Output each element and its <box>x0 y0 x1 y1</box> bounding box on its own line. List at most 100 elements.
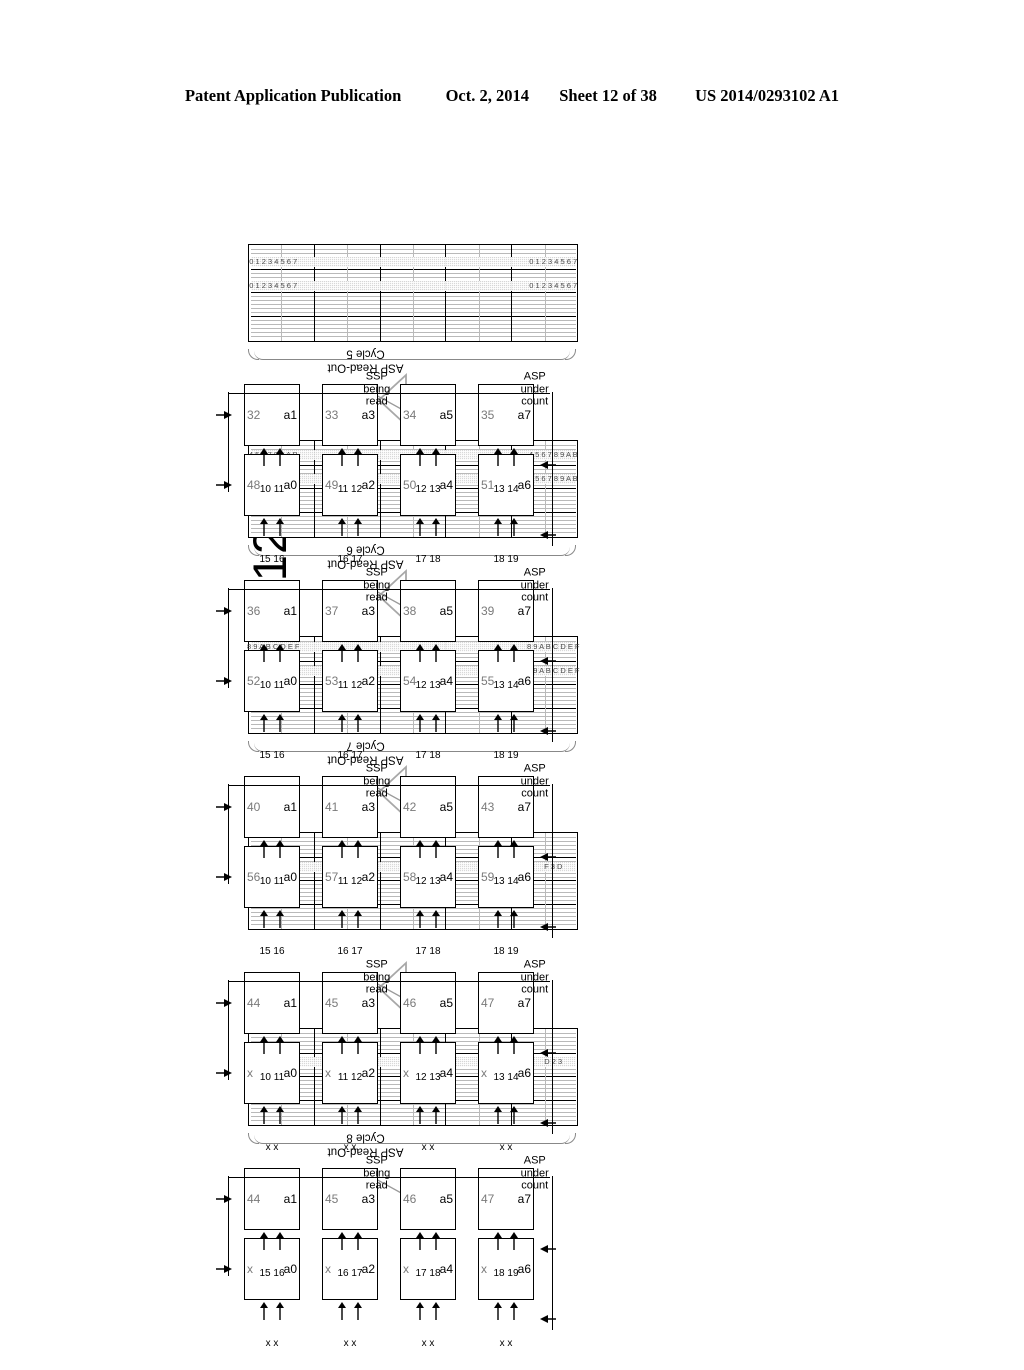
register-value: 33 <box>325 408 339 422</box>
register-entry-arrow <box>540 528 561 542</box>
highlight-label-bottom: 0 1 2 3 4 5 6 7 <box>529 256 578 266</box>
register-count-label: 15 16 <box>256 1248 288 1300</box>
grid-panel: 0 1 2 3 4 5 6 70 1 2 3 4 5 6 70 1 2 3 4 … <box>248 244 578 342</box>
header-publication: Patent Application Publication <box>184 86 402 105</box>
register-count-label: 17 18 <box>412 730 444 782</box>
header-patent-number: US 2014/0293102 A1 <box>695 86 840 105</box>
register-value: 44 <box>247 996 261 1010</box>
highlight-label-bottom: 0 1 2 3 4 5 6 7 <box>529 280 578 290</box>
register-bus-top-left <box>228 616 230 688</box>
register-count-label: 11 12 <box>334 464 366 516</box>
register-count-text: 10 11 <box>259 680 285 691</box>
register-value: 32 <box>247 408 261 422</box>
register-bus-top-left <box>228 1008 230 1080</box>
register-count-text: 17 18 <box>415 946 441 957</box>
register-name: a1 <box>283 1192 297 1206</box>
register-count-label: 16 17 <box>334 926 366 978</box>
register-name: a5 <box>439 1192 453 1206</box>
label-ssp-line: read <box>365 787 388 800</box>
register-count-text: 10 11 <box>259 484 285 495</box>
register-count-text: 12 13 <box>415 876 441 887</box>
label-asp-line: count <box>521 395 549 408</box>
register-feedback-arrow <box>216 1066 237 1080</box>
register-count-text: 17 18 <box>415 750 441 761</box>
register-value: 42 <box>403 800 417 814</box>
register-value: 46 <box>403 996 417 1010</box>
register-count-label: 13 14 <box>490 1052 522 1104</box>
register-count-label: 12 13 <box>412 856 444 908</box>
label-asp-line: count <box>521 591 549 604</box>
register-count-label: x x <box>334 1122 366 1174</box>
register-count-text: x x <box>265 1338 279 1349</box>
register-entry-arrow <box>540 724 561 738</box>
grid-subcolumn <box>251 317 576 320</box>
register-count-label: x x <box>490 1122 522 1174</box>
grid-subcolumn <box>250 249 576 254</box>
register-name: a1 <box>283 800 297 814</box>
register-count-label: 13 14 <box>490 464 522 516</box>
register-bank: 52 a0 15 16 53 a2 16 17 54 a4 17 18 55 a6 18 19 36 a1… <box>216 566 572 761</box>
grid-subcolumn <box>250 300 576 305</box>
register-count-label: x x <box>334 1318 366 1370</box>
register-entry-arrow <box>540 920 561 934</box>
register-bank: 48 a0 15 16 49 a2 16 17 50 a4 17 18 51 a6 18 19 32 a1… <box>216 370 572 565</box>
register-count-text: x x <box>265 1142 279 1153</box>
register-count-label: 18 19 <box>490 730 522 782</box>
register-value: 45 <box>325 996 339 1010</box>
grid-subcolumn <box>251 246 576 249</box>
register-count-text: 15 16 <box>259 554 285 565</box>
grid-subcolumn <box>250 319 576 324</box>
register-count-text: 18 19 <box>493 554 519 565</box>
register-count-label: 12 13 <box>412 464 444 516</box>
register-count-label: 18 19 <box>490 1248 522 1300</box>
register-count-label: 10 11 <box>256 1052 288 1104</box>
register-count-text: 18 19 <box>493 946 519 957</box>
register-count-text: 16 17 <box>337 554 363 565</box>
register-count-text: 15 16 <box>259 1268 285 1279</box>
register-count-label: 15 16 <box>256 926 288 978</box>
register-count-label: 16 17 <box>334 730 366 782</box>
register-count-label: 10 11 <box>256 660 288 712</box>
register-name: a5 <box>439 800 453 814</box>
register-name: a5 <box>439 996 453 1010</box>
register-value: 34 <box>403 408 417 422</box>
grid-subcolumn <box>251 293 576 296</box>
register-value: 37 <box>325 604 339 618</box>
register-feedback-arrow <box>216 996 237 1010</box>
label-asp-line: under <box>520 382 549 395</box>
label-asp-line: count <box>521 787 549 800</box>
register-count-text: x x <box>499 1142 513 1153</box>
register-count-text: 11 12 <box>337 1072 363 1083</box>
label-ssp-line: read <box>365 983 388 996</box>
register-count-text: 13 14 <box>493 680 519 691</box>
register-count-label: x x <box>256 1122 288 1174</box>
register-entry-arrow <box>540 1116 561 1130</box>
register-count-text: 11 12 <box>337 876 363 887</box>
register-count-label: 15 16 <box>256 730 288 782</box>
register-count-label: 11 12 <box>334 660 366 712</box>
register-feedback-arrow <box>216 408 237 422</box>
register-count-label: 16 17 <box>334 1248 366 1300</box>
register-count-text: x x <box>421 1338 435 1349</box>
figure-canvas: ASP Read-OutCycle 8F 3D 2 3xa0x xxa2x xx… <box>212 172 812 1349</box>
label-ssp-line: SSP <box>365 370 388 383</box>
register-count-label: 16 17 <box>334 534 366 586</box>
register-bank: 56 a0 15 16 57 a2 16 17 58 a4 17 18 59 a6 18 19 40 a1… <box>216 762 572 957</box>
label-asp-line: count <box>521 1179 549 1192</box>
label-asp-line: ASP <box>523 370 546 383</box>
register-count-label: 13 14 <box>490 660 522 712</box>
register-count-label: x x <box>256 1318 288 1370</box>
label-ssp-line: being <box>363 382 391 395</box>
register-count-label: 17 18 <box>412 534 444 586</box>
register-bus-top-left <box>228 1204 230 1276</box>
register-name: a1 <box>283 408 297 422</box>
register-count-label: x x <box>412 1318 444 1370</box>
grid-subcolumn <box>250 296 576 301</box>
register-count-text: 11 12 <box>337 680 363 691</box>
register-value: 47 <box>481 1192 495 1206</box>
register-count-text: 11 12 <box>337 484 363 495</box>
grid-subcolumn <box>250 308 576 313</box>
register-entry-arrow <box>540 850 561 864</box>
register-count-text: 12 13 <box>415 484 441 495</box>
register-count-text: 18 19 <box>493 750 519 761</box>
